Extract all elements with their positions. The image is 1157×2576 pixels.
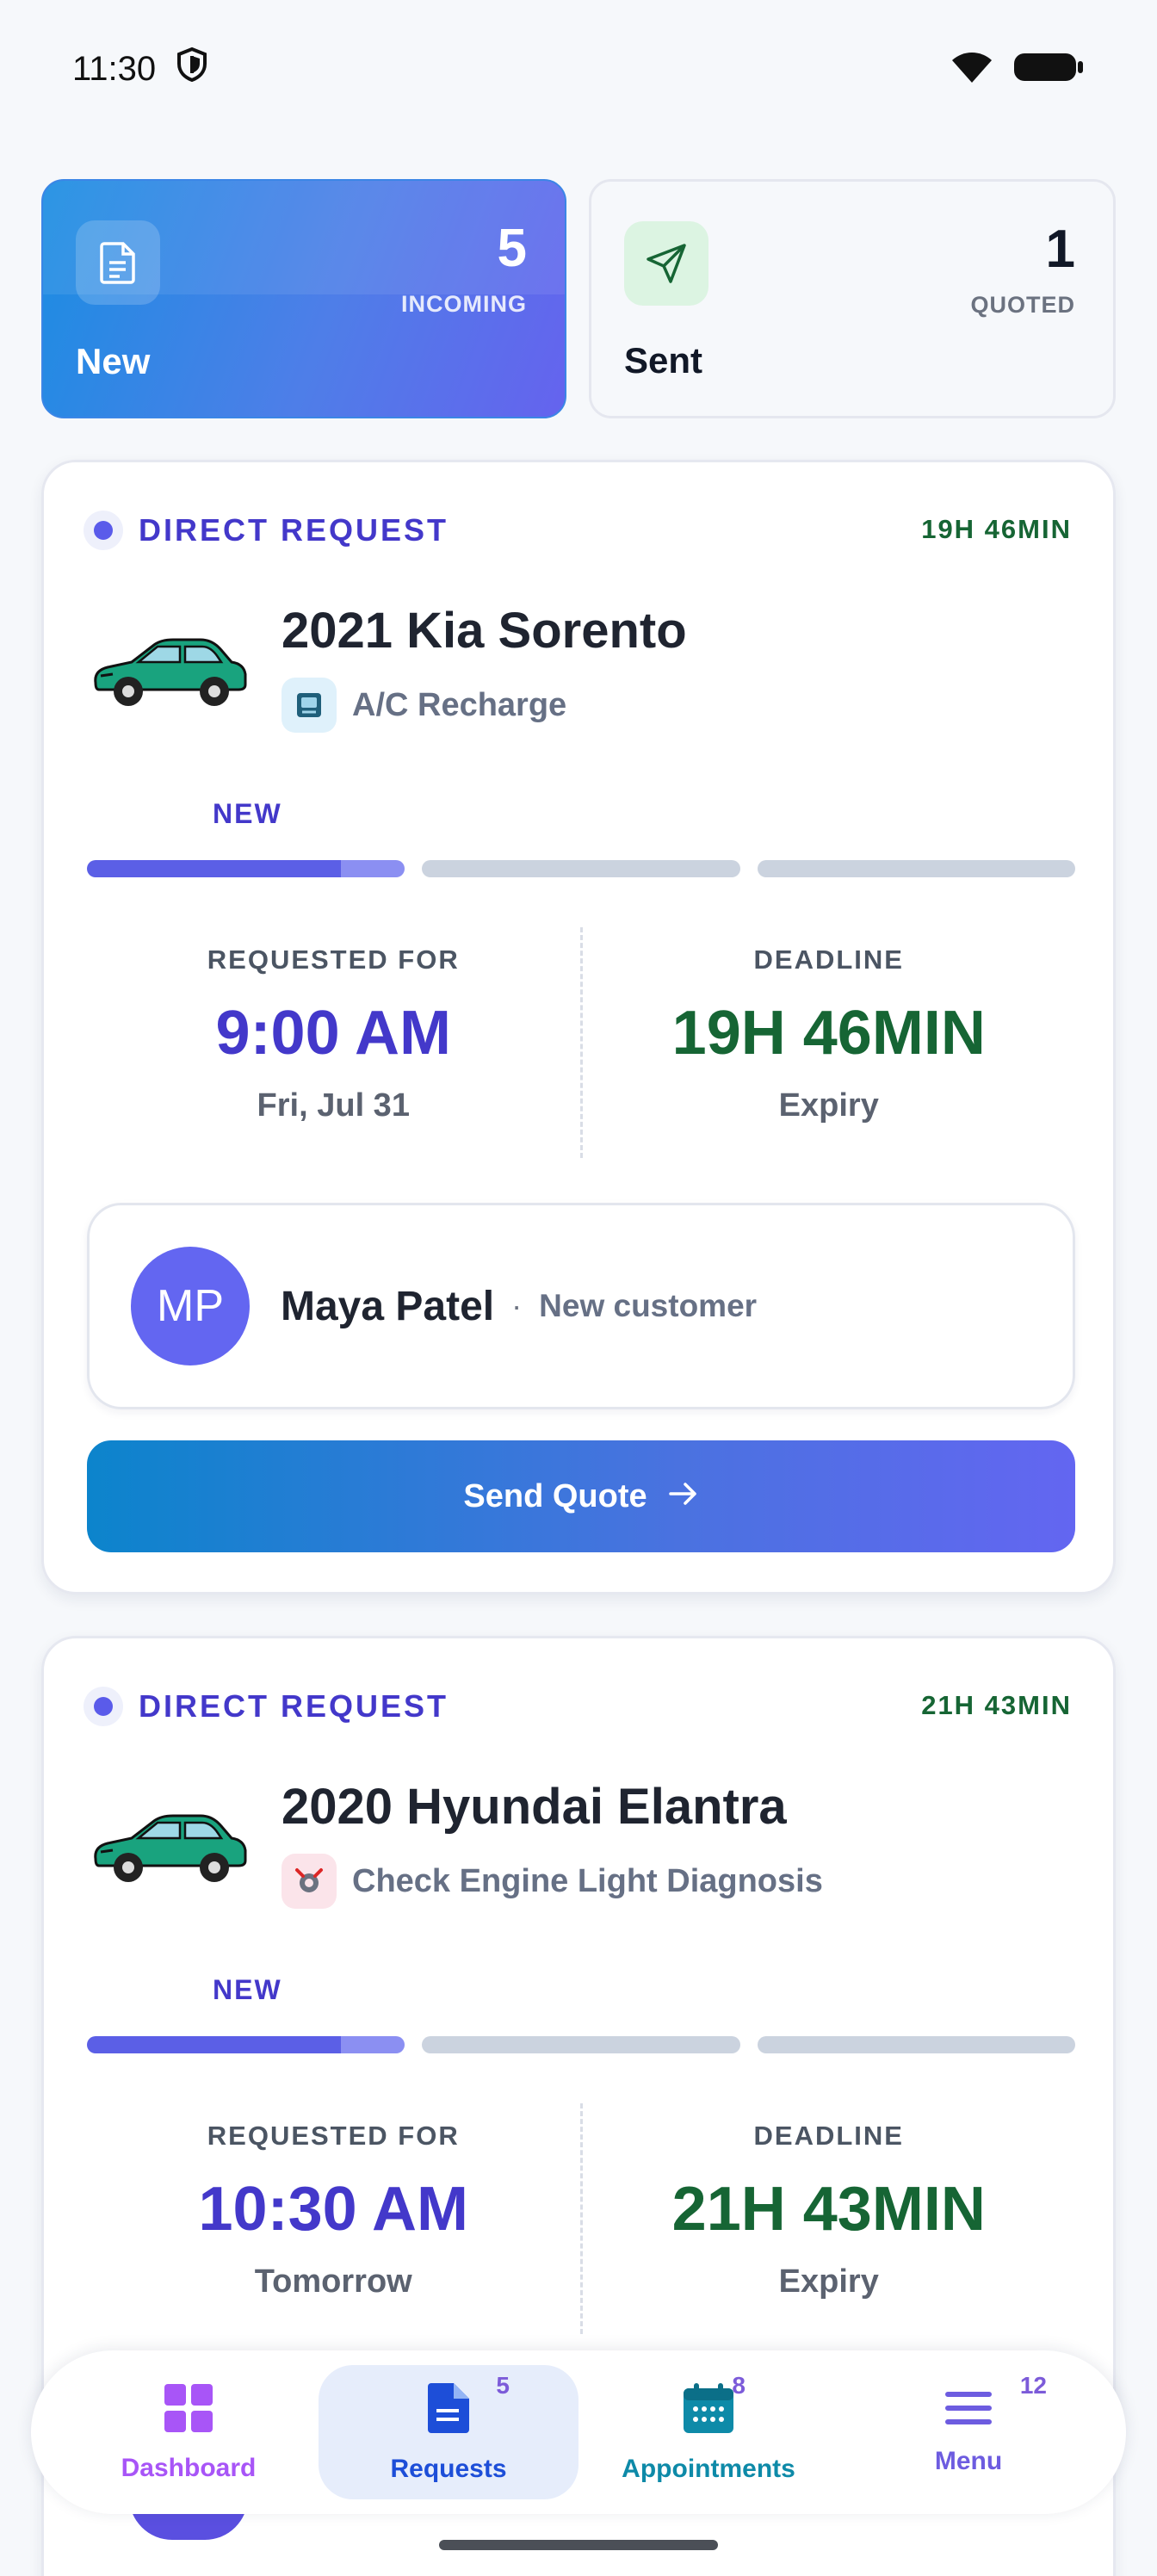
- progress-segment: [87, 2036, 405, 2053]
- vehicle-name: 2020 Hyundai Elantra: [282, 1779, 787, 1835]
- car-icon: [87, 622, 251, 717]
- nav-requests[interactable]: 5 Requests: [319, 2365, 578, 2499]
- tab-sent[interactable]: 1 QUOTED Sent: [589, 179, 1116, 418]
- ac-unit-icon: [282, 678, 337, 733]
- progress-segment: [757, 2036, 1075, 2053]
- progress-segment: [757, 860, 1075, 877]
- time-info: REQUESTED FOR 10:30 AM Tomorrow DEADLINE…: [87, 2103, 1075, 2334]
- service-name: A/C Recharge: [352, 686, 567, 723]
- customer-card[interactable]: MP Maya Patel · New customer: [87, 1203, 1075, 1409]
- service: Check Engine Light Diagnosis: [282, 1854, 823, 1909]
- vehicle-name: 2021 Kia Sorento: [282, 603, 687, 659]
- quoted-label: QUOTED: [970, 292, 1075, 318]
- deadline-sub: Expiry: [778, 1087, 879, 1124]
- request-filter-tabs: 5 INCOMING New 1 QUOTED Sent: [41, 179, 1116, 418]
- home-indicator[interactable]: [439, 2540, 718, 2550]
- status-time: 11:30: [72, 49, 157, 88]
- time-info: REQUESTED FOR 9:00 AM Fri, Jul 31 DEADLI…: [87, 927, 1075, 1158]
- stage-label: NEW: [213, 1974, 282, 2005]
- nav-dashboard[interactable]: Dashboard: [59, 2365, 319, 2499]
- arrow-right-icon: [668, 1478, 699, 1515]
- menu-icon: [945, 2389, 992, 2431]
- stage-label: NEW: [213, 798, 282, 829]
- nav-label: Requests: [390, 2454, 507, 2483]
- incoming-count: 5: [497, 219, 527, 278]
- request-card[interactable]: DIRECT REQUEST 19H 46MIN 2021 Kia Sorent…: [41, 460, 1116, 1595]
- deadline: DEADLINE 19H 46MIN Expiry: [583, 927, 1076, 1158]
- request-type-label: DIRECT REQUEST: [139, 1688, 449, 1724]
- deadline-sub: Expiry: [778, 2263, 879, 2300]
- tab-sent-title: Sent: [624, 340, 703, 381]
- requested-for-label: REQUESTED FOR: [207, 2121, 460, 2151]
- requested-for: REQUESTED FOR 9:00 AM Fri, Jul 31: [87, 927, 580, 1158]
- deadline-value: 21H 43MIN: [671, 2175, 986, 2244]
- tab-new-title: New: [76, 341, 151, 381]
- progress-segment: [422, 2036, 740, 2053]
- requested-date: Tomorrow: [254, 2263, 412, 2300]
- nav-label: Appointments: [622, 2454, 795, 2483]
- tab-new-count: 5 INCOMING: [401, 222, 527, 318]
- request-timer: 19H 46MIN: [921, 514, 1072, 544]
- requested-time: 10:30 AM: [198, 2175, 468, 2244]
- stage-progress: [87, 860, 1075, 877]
- request-timer: 21H 43MIN: [921, 1690, 1072, 1720]
- request-type-label: DIRECT REQUEST: [139, 512, 449, 548]
- send-quote-label: Send Quote: [463, 1477, 647, 1514]
- requested-for: REQUESTED FOR 10:30 AM Tomorrow: [87, 2103, 580, 2334]
- deadline-label: DEADLINE: [753, 944, 904, 975]
- engine-icon: [282, 1854, 337, 1909]
- quoted-count: 1: [1045, 220, 1075, 279]
- tab-new[interactable]: 5 INCOMING New: [41, 179, 566, 418]
- tab-sent-count: 1 QUOTED: [970, 223, 1075, 319]
- requests-badge: 5: [496, 2372, 510, 2399]
- menu-badge: 12: [1019, 2372, 1047, 2399]
- request-type: DIRECT REQUEST: [84, 1687, 449, 1726]
- requested-time: 9:00 AM: [215, 999, 451, 1068]
- send-icon: [624, 221, 708, 306]
- deadline: DEADLINE 21H 43MIN Expiry: [583, 2103, 1076, 2334]
- incoming-label: INCOMING: [401, 291, 527, 317]
- progress-segment: [87, 860, 405, 877]
- nav-appointments[interactable]: 8 Appointments: [578, 2365, 838, 2499]
- calendar-icon: [682, 2381, 735, 2439]
- nav-label: Dashboard: [121, 2453, 257, 2482]
- requested-for-label: REQUESTED FOR: [207, 944, 460, 975]
- customer-name: Maya Patel: [281, 1283, 495, 1329]
- avatar: MP: [131, 1247, 250, 1365]
- wifi-icon: [950, 50, 993, 89]
- bottom-nav: Dashboard 5 Requests 8 Appointments 12 M…: [31, 2350, 1126, 2514]
- status-dot-icon: [84, 511, 123, 550]
- shield-icon: [176, 46, 207, 90]
- car-icon: [87, 1799, 251, 1893]
- deadline-label: DEADLINE: [753, 2121, 904, 2151]
- document-icon: [76, 220, 160, 305]
- requested-date: Fri, Jul 31: [257, 1087, 410, 1124]
- nav-menu[interactable]: 12 Menu: [838, 2365, 1098, 2499]
- service: A/C Recharge: [282, 678, 566, 733]
- progress-segment: [422, 860, 740, 877]
- stage-progress: [87, 2036, 1075, 2053]
- send-quote-button[interactable]: Send Quote: [87, 1440, 1075, 1552]
- nav-label: Menu: [934, 2446, 1003, 2475]
- service-name: Check Engine Light Diagnosis: [352, 1862, 823, 1899]
- battery-icon: [1012, 50, 1085, 89]
- dashboard-icon: [163, 2382, 214, 2438]
- separator-dot: ·: [511, 1288, 523, 1323]
- request-type: DIRECT REQUEST: [84, 511, 449, 550]
- deadline-value: 19H 46MIN: [671, 999, 986, 1068]
- customer-tag: New customer: [539, 1288, 758, 1323]
- status-dot-icon: [84, 1687, 123, 1726]
- status-bar: 11:30: [0, 0, 1157, 138]
- document-icon: [426, 2381, 471, 2439]
- appointments-badge: 8: [732, 2372, 746, 2399]
